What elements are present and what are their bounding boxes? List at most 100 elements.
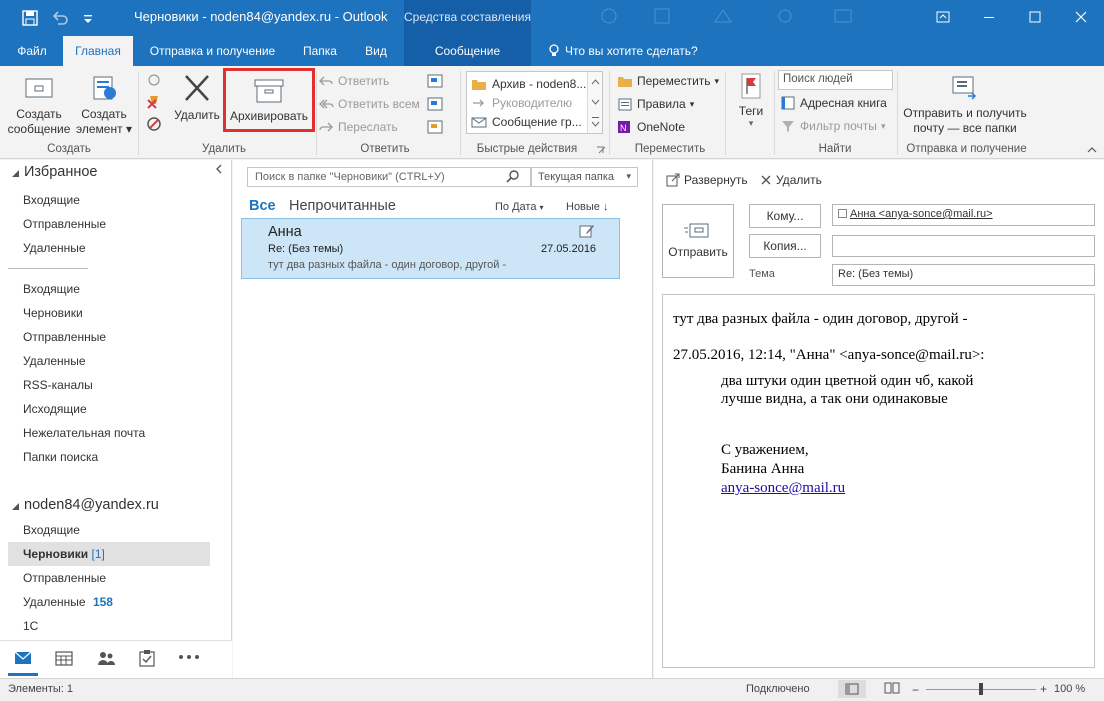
onenote-button[interactable]: N OneNote	[617, 117, 685, 137]
tags-button[interactable]: Теги ▾	[730, 70, 772, 136]
ribbon-separator	[460, 71, 461, 155]
tell-me-search[interactable]: Что вы хотите сделать?	[565, 36, 705, 66]
collapse-ribbon-icon[interactable]	[1086, 145, 1098, 155]
quick-step-manager[interactable]: Руководителю	[467, 93, 602, 112]
tasks-module-icon[interactable]	[139, 649, 155, 667]
favorite-inbox[interactable]: Входящие	[23, 193, 80, 207]
forward-button[interactable]: Переслать	[318, 117, 398, 137]
search-scope-dropdown[interactable]: Текущая папка ▾	[531, 167, 638, 187]
cleanup-icons[interactable]	[144, 72, 168, 136]
discard-button[interactable]: Удалить	[760, 170, 822, 190]
tab-file[interactable]: Файл	[5, 36, 59, 66]
favorite-deleted[interactable]: Удаленные	[23, 241, 86, 255]
folder-search[interactable]: Папки поиска	[23, 450, 98, 464]
maximize-button[interactable]	[1012, 0, 1058, 33]
message-body-editor[interactable]: тут два разных файла - один договор, дру…	[662, 294, 1095, 668]
quick-step-team-email[interactable]: Сообщение гр...	[467, 112, 602, 131]
cc-field[interactable]	[832, 235, 1095, 257]
to-field[interactable]: Анна <anya-sonce@mail.ru>	[832, 204, 1095, 226]
account-sent[interactable]: Отправленные	[23, 571, 106, 585]
filter-unread[interactable]: Непрочитанные	[289, 198, 396, 214]
quick-steps-gallery[interactable]: Архив - noden8... Руководителю Сообщение…	[466, 71, 603, 134]
undo-icon[interactable]	[50, 8, 70, 28]
mail-module-icon[interactable]	[8, 642, 38, 676]
favorite-sent[interactable]: Отправленные	[23, 217, 106, 231]
more-modules-icon[interactable]	[178, 654, 200, 660]
search-icon[interactable]	[505, 169, 521, 185]
tab-send-receive[interactable]: Отправка и получение	[140, 36, 285, 66]
zoom-out-icon[interactable]: −	[912, 683, 919, 697]
folder-drafts[interactable]: Черновики	[23, 306, 83, 320]
send-button[interactable]: Отправить	[662, 204, 734, 278]
folder-outbox[interactable]: Исходящие	[23, 402, 87, 416]
signature-email-link[interactable]: anya-sonce@mail.ru	[721, 480, 845, 497]
lightbulb-icon	[546, 43, 562, 59]
zoom-slider-thumb[interactable]	[979, 683, 983, 695]
favorites-header[interactable]: Избранное	[24, 164, 97, 180]
archive-button[interactable]: Архивировать	[223, 68, 315, 132]
tab-folder[interactable]: Папка	[296, 36, 344, 66]
normal-view-icon[interactable]	[838, 680, 866, 698]
calendar-module-icon[interactable]	[55, 650, 73, 666]
delete-button[interactable]: Удалить	[172, 72, 222, 138]
customize-qa-icon[interactable]	[78, 8, 98, 28]
send-envelope-icon	[683, 221, 713, 241]
ribbon-display-options-icon[interactable]	[920, 0, 966, 33]
new-item-button[interactable]: Создать элемент ▾	[72, 72, 136, 138]
filter-all[interactable]: Все	[249, 198, 276, 214]
account-folder-1c[interactable]: 1С	[23, 619, 38, 633]
tab-view[interactable]: Вид	[356, 36, 396, 66]
folder-rss[interactable]: RSS-каналы	[23, 378, 93, 392]
scrolled-header-fragment	[8, 265, 88, 270]
tab-home[interactable]: Главная	[63, 36, 133, 66]
rules-icon	[617, 97, 633, 111]
dialog-launcher-icon[interactable]	[596, 146, 606, 156]
tab-message[interactable]: Сообщение	[404, 36, 531, 66]
collapse-pane-icon[interactable]	[212, 162, 226, 176]
reply-button[interactable]: Ответить	[318, 71, 389, 91]
minimize-button[interactable]	[966, 0, 1012, 33]
recipient-checkbox-icon	[838, 209, 847, 218]
address-book-button[interactable]: Адресная книга	[780, 93, 887, 113]
folder-search-input[interactable]: Поиск в папке "Черновики" (CTRL+У)	[247, 167, 531, 187]
sort-order-toggle[interactable]: Новые ↓	[566, 201, 609, 213]
draft-pencil-icon	[578, 222, 596, 240]
pop-out-button[interactable]: Развернуть	[666, 170, 748, 190]
move-button[interactable]: Переместить ▾	[617, 71, 719, 91]
folder-deleted[interactable]: Удаленные	[23, 354, 86, 368]
folder-sent[interactable]: Отправленные	[23, 330, 106, 344]
new-message-button[interactable]: Создать сообщение	[6, 72, 72, 138]
to-button[interactable]: Кому...	[749, 204, 821, 228]
quick-steps-scroll[interactable]	[587, 72, 602, 133]
quote-header: 27.05.2016, 12:14, "Анна" <anya-sonce@ma…	[673, 347, 985, 363]
people-module-icon[interactable]	[96, 650, 116, 666]
send-receive-all-button[interactable]: Отправить и получить почту — все папки	[900, 72, 1030, 138]
save-icon[interactable]	[20, 8, 40, 28]
account-drafts[interactable]: Черновики [1]	[23, 547, 105, 561]
expand-triangle-icon[interactable]	[11, 502, 21, 512]
search-people-input[interactable]: Поиск людей	[778, 70, 893, 90]
filter-mail-button[interactable]: Фильтр почты ▾	[780, 116, 885, 136]
account-header[interactable]: noden84@yandex.ru	[24, 497, 159, 513]
expand-triangle-icon[interactable]	[11, 169, 21, 179]
quick-step-archive[interactable]: Архив - noden8...	[467, 74, 602, 93]
account-inbox[interactable]: Входящие	[23, 523, 80, 537]
subject-field[interactable]: Re: (Без темы)	[832, 264, 1095, 286]
body-line-1: тут два разных файла - один договор, дру…	[673, 311, 968, 327]
forward-arrow-icon	[471, 96, 487, 110]
sort-by-dropdown[interactable]: По Дата ▾	[495, 201, 544, 213]
ribbon-separator	[609, 71, 610, 155]
reading-view-icon[interactable]	[884, 682, 900, 694]
folder-junk[interactable]: Нежелательная почта	[23, 426, 145, 440]
respond-more-icons[interactable]	[426, 72, 444, 138]
cc-button[interactable]: Копия...	[749, 234, 821, 258]
account-deleted[interactable]: Удаленные 158	[23, 595, 113, 609]
to-recipient[interactable]: Анна <anya-sonce@mail.ru>	[850, 208, 993, 220]
rules-button[interactable]: Правила ▾	[617, 94, 694, 114]
reply-all-button[interactable]: Ответить всем	[318, 94, 420, 114]
tags-label: Теги	[738, 104, 764, 118]
close-button[interactable]	[1058, 0, 1104, 33]
signature-line-2: Банина Анна	[721, 461, 805, 477]
zoom-in-icon[interactable]: +	[1040, 682, 1047, 696]
folder-inbox[interactable]: Входящие	[23, 282, 80, 296]
